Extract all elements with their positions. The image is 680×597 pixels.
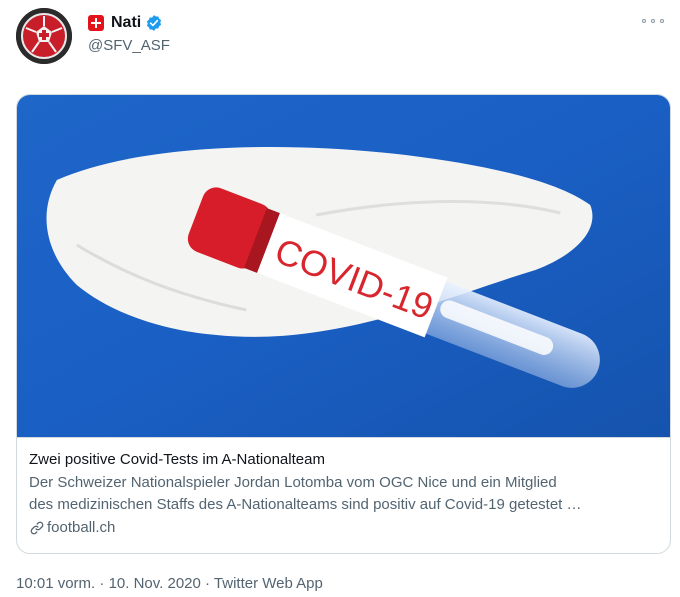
card-image: COVID-19 [17,95,670,437]
card-domain[interactable]: football.ch [29,517,658,539]
display-name[interactable]: Nati [111,14,141,32]
tweet-meta: 10:01 vorm. · 10. Nov. 2020 · Twitter We… [16,575,323,592]
user-handle[interactable]: @SFV_ASF [88,37,170,54]
tweet-date[interactable]: 10. Nov. 2020 [109,575,201,592]
more-options-icon[interactable] [642,14,664,28]
link-icon [30,521,44,535]
meta-separator: · [95,575,109,592]
tweet-header: Nati @SFV_ASF [16,6,664,70]
name-row: Nati [88,12,163,34]
card-text: Zwei positive Covid-Tests im A-Nationalt… [17,437,670,553]
swiss-flag-icon [88,15,104,31]
avatar[interactable] [16,8,72,64]
tweet-time[interactable]: 10:01 vorm. [16,575,95,592]
card-description-line: Der Schweizer Nationalspieler Jordan Lot… [29,474,557,491]
verified-badge-icon [145,14,163,32]
card-title[interactable]: Zwei positive Covid-Tests im A-Nationalt… [29,450,658,470]
meta-separator: · [200,575,214,592]
card-domain-text: football.ch [47,519,116,536]
card-description-line: des medizinischen Staffs des A-Nationalt… [29,496,582,513]
card-description: Der Schweizer Nationalspieler Jordan Lot… [29,472,658,516]
tweet-source-app[interactable]: Twitter Web App [214,575,323,592]
link-preview-card[interactable]: COVID-19 Zwei positive Covid-Tests im A-… [16,94,671,554]
